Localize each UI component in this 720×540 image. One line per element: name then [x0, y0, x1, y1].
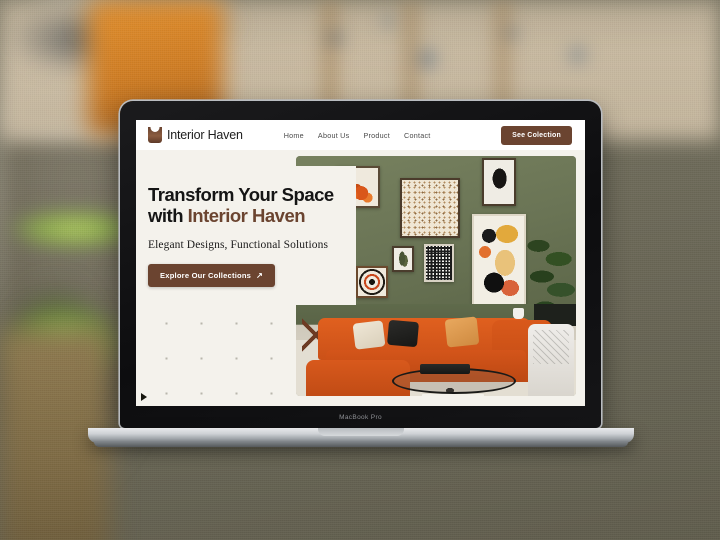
- laptop-base: [88, 428, 634, 447]
- framed-art-circles: [356, 266, 388, 298]
- hero-living-room: [296, 304, 576, 396]
- explore-collections-label: Explore Our Collections: [160, 270, 252, 280]
- nav-item-product[interactable]: Product: [363, 131, 390, 140]
- framed-art-pattern: [424, 244, 454, 282]
- hero-pillow-tan: [444, 316, 480, 348]
- framed-art-portrait: [482, 158, 516, 206]
- see-collection-button[interactable]: See Colection: [501, 125, 572, 145]
- hero-mug: [513, 308, 524, 319]
- headline-accent: Interior Haven: [187, 205, 306, 227]
- nav-item-contact[interactable]: Contact: [404, 131, 431, 140]
- brand-logo[interactable]: Interior Haven: [148, 127, 243, 143]
- nav-item-home[interactable]: Home: [284, 131, 304, 140]
- hero-pillow-cream: [352, 320, 386, 350]
- play-triangle-icon[interactable]: [141, 393, 147, 401]
- device-model-label: MacBook Pro: [339, 413, 382, 421]
- framed-art-mosaic: [400, 178, 460, 238]
- laptop-chin: MacBook Pro: [120, 406, 601, 428]
- hero-subheadline: Elegant Designs, Functional Solutions: [148, 238, 329, 251]
- explore-collections-button[interactable]: Explore Our Collections ↗: [148, 263, 276, 287]
- hero-table-tray: [420, 364, 470, 374]
- armchair-logo-icon: [148, 127, 162, 143]
- framed-art-leaf: [392, 246, 414, 272]
- hero-pillow-black: [386, 319, 420, 348]
- laptop-base-foot: [94, 442, 628, 447]
- hero-table-books: [422, 394, 484, 396]
- hero-text-panel: Transform Your Space with Interior Haven…: [136, 166, 356, 305]
- page-title: Transform Your Space with Interior Haven: [148, 184, 342, 227]
- laptop-lid: Interior Haven Home About Us Product Con…: [120, 101, 601, 428]
- arrow-up-right-icon: ↗: [256, 270, 264, 280]
- laptop-screen: Interior Haven Home About Us Product Con…: [136, 120, 585, 406]
- framed-art-abstract: [472, 214, 526, 308]
- hero-section: Transform Your Space with Interior Haven…: [136, 150, 585, 406]
- nav-links: Home About Us Product Contact: [284, 131, 431, 140]
- laptop-mockup: Interior Haven Home About Us Product Con…: [88, 101, 634, 447]
- site-navbar: Interior Haven Home About Us Product Con…: [136, 120, 585, 150]
- scene-background: Interior Haven Home About Us Product Con…: [0, 0, 720, 540]
- website-viewport: Interior Haven Home About Us Product Con…: [136, 120, 585, 406]
- brand-name: Interior Haven: [167, 128, 243, 142]
- nav-item-about-us[interactable]: About Us: [318, 131, 350, 140]
- hero-side-chair: [528, 324, 574, 396]
